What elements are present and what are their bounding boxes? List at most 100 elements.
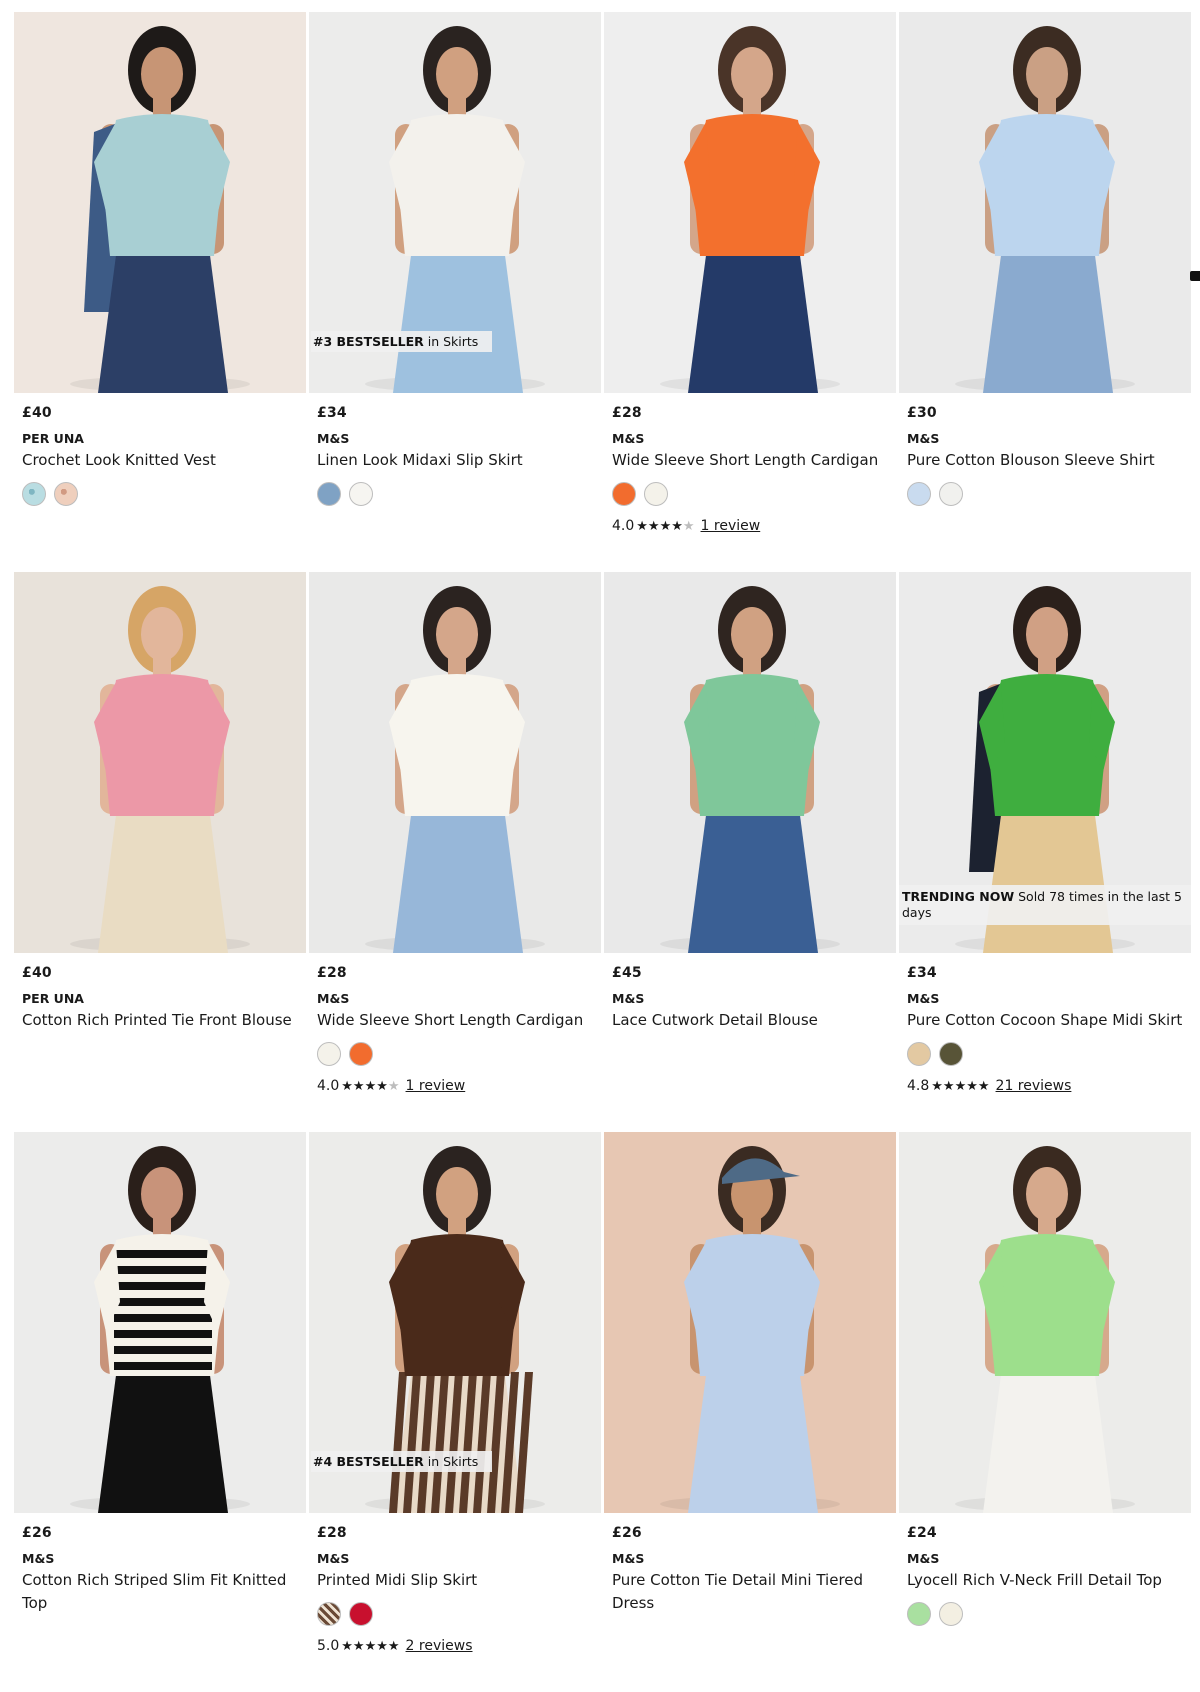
- star-icon: ★: [341, 1638, 353, 1654]
- bottom-garment: [983, 1360, 1113, 1513]
- product-info: £34 M&S Pure Cotton Cocoon Shape Midi Skir…: [899, 953, 1191, 1094]
- product-price[interactable]: £26: [612, 1525, 896, 1543]
- swatch-light-blue[interactable]: [907, 482, 931, 506]
- product-image[interactable]: [899, 1132, 1191, 1513]
- swatch-orange[interactable]: [612, 482, 636, 506]
- colour-swatches: [907, 1042, 1191, 1066]
- bottom-garment: [983, 240, 1113, 393]
- product-image[interactable]: #3 BESTSELLER in Skirts: [309, 12, 601, 393]
- product-price[interactable]: £26: [22, 1525, 306, 1543]
- product-image[interactable]: #4 BESTSELLER in Skirts: [309, 1132, 601, 1513]
- product-price[interactable]: £28: [317, 965, 601, 983]
- product-card[interactable]: £26 M&S Cotton Rich Striped Slim Fit Knitt…: [14, 1132, 306, 1692]
- top-garment: [694, 674, 810, 816]
- product-title-link[interactable]: Cotton Rich Printed Tie Front Blouse: [22, 1009, 302, 1032]
- reviews-link[interactable]: 1 review: [701, 518, 761, 534]
- product-brand: M&S: [612, 991, 645, 1006]
- product-image[interactable]: [604, 572, 896, 953]
- product-photo: [604, 12, 896, 393]
- swatch-cream[interactable]: [644, 482, 668, 506]
- swatch-peach-pattern[interactable]: [54, 482, 78, 506]
- product-price[interactable]: £40: [22, 405, 306, 423]
- star-icon: ★: [966, 1078, 978, 1094]
- product-title-link[interactable]: Crochet Look Knitted Vest: [22, 449, 302, 472]
- product-card[interactable]: £30 M&S Pure Cotton Blouson Sleeve Shirt: [899, 12, 1191, 572]
- reviews-link[interactable]: 21 reviews: [996, 1078, 1072, 1094]
- top-garment: [104, 114, 220, 256]
- product-info: £26 M&S Cotton Rich Striped Slim Fit Knitt…: [14, 1513, 306, 1615]
- face: [731, 607, 773, 661]
- product-title-link[interactable]: Cotton Rich Striped Slim Fit Knitted Top: [22, 1569, 302, 1615]
- product-price[interactable]: £30: [907, 405, 1191, 423]
- product-brand: M&S: [22, 1551, 55, 1566]
- star-icon: ★: [364, 1638, 377, 1654]
- product-title-link[interactable]: Wide Sleeve Short Length Cardigan: [317, 1009, 597, 1032]
- swatch-brown-stripe[interactable]: [317, 1602, 341, 1626]
- product-card[interactable]: #4 BESTSELLER in Skirts £28 M&S Printed Mid…: [309, 1132, 601, 1692]
- product-card[interactable]: £26 M&S Pure Cotton Tie Detail Mini Tiered…: [604, 1132, 896, 1692]
- bottom-garment: [688, 240, 818, 393]
- product-title-link[interactable]: Linen Look Midaxi Slip Skirt: [317, 449, 597, 472]
- swatch-cream[interactable]: [317, 1042, 341, 1066]
- product-price[interactable]: £34: [907, 965, 1191, 983]
- swatch-ivory[interactable]: [939, 1602, 963, 1626]
- product-image[interactable]: [14, 572, 306, 953]
- product-price[interactable]: £28: [317, 1525, 601, 1543]
- product-image[interactable]: [604, 12, 896, 393]
- product-photo: [14, 1132, 306, 1513]
- product-title-link[interactable]: Pure Cotton Blouson Sleeve Shirt: [907, 449, 1187, 472]
- product-card[interactable]: £28 M&S Wide Sleeve Short Length Cardigan 4…: [604, 12, 896, 572]
- product-price[interactable]: £24: [907, 1525, 1191, 1543]
- product-title-link[interactable]: Lyocell Rich V-Neck Frill Detail Top: [907, 1569, 1187, 1592]
- swatch-white[interactable]: [939, 482, 963, 506]
- product-image[interactable]: TRENDING NOW Sold 78 times in the last 5…: [899, 572, 1191, 953]
- product-title-link[interactable]: Pure Cotton Cocoon Shape Midi Skirt: [907, 1009, 1187, 1032]
- product-card[interactable]: £28 M&S Wide Sleeve Short Length Cardigan 4…: [309, 572, 601, 1132]
- product-price[interactable]: £34: [317, 405, 601, 423]
- product-card[interactable]: £40 PER UNA Cotton Rich Printed Tie Front …: [14, 572, 306, 1132]
- product-card[interactable]: £24 M&S Lyocell Rich V-Neck Frill Detail T…: [899, 1132, 1191, 1692]
- top-garment: [104, 674, 220, 816]
- reviews-link[interactable]: 2 reviews: [406, 1638, 473, 1654]
- colour-swatches: [907, 482, 1191, 506]
- swatch-khaki[interactable]: [939, 1042, 963, 1066]
- swatch-white[interactable]: [349, 482, 373, 506]
- star-icon: ★: [682, 518, 695, 534]
- star-rating-icon: ★★★★★: [636, 519, 694, 534]
- product-card[interactable]: #3 BESTSELLER in Skirts £34 M&S Linen Look …: [309, 12, 601, 572]
- product-photo: [899, 1132, 1191, 1513]
- bottom-garment: [393, 800, 523, 953]
- product-price[interactable]: £28: [612, 405, 896, 423]
- star-icon: ★: [352, 1078, 365, 1094]
- side-tab-handle[interactable]: [1190, 271, 1200, 281]
- product-card[interactable]: £45 M&S Lace Cutwork Detail Blouse: [604, 572, 896, 1132]
- product-card[interactable]: £40 PER UNA Crochet Look Knitted Vest: [14, 12, 306, 572]
- product-image[interactable]: [604, 1132, 896, 1513]
- product-image[interactable]: [14, 12, 306, 393]
- product-image[interactable]: [14, 1132, 306, 1513]
- swatch-light-green[interactable]: [907, 1602, 931, 1626]
- product-info: £28 M&S Printed Midi Slip Skirt 5.0 ★★★★★ 2 r…: [309, 1513, 601, 1654]
- swatch-red[interactable]: [349, 1602, 373, 1626]
- product-price[interactable]: £45: [612, 965, 896, 983]
- badge-text: in Skirts: [423, 1454, 479, 1469]
- product-image[interactable]: [309, 572, 601, 953]
- product-title-link[interactable]: Wide Sleeve Short Length Cardigan: [612, 449, 892, 472]
- product-price[interactable]: £40: [22, 965, 306, 983]
- product-image[interactable]: [899, 12, 1191, 393]
- product-title-link[interactable]: Pure Cotton Tie Detail Mini Tiered Dress: [612, 1569, 892, 1615]
- swatch-blue-pattern[interactable]: [22, 482, 46, 506]
- product-title-link[interactable]: Printed Midi Slip Skirt: [317, 1569, 597, 1592]
- badge-text: in Skirts: [423, 334, 479, 349]
- rating-row: 4.0 ★★★★★ 1 review: [612, 518, 896, 534]
- product-info: £26 M&S Pure Cotton Tie Detail Mini Tiered…: [604, 1513, 896, 1615]
- swatch-orange[interactable]: [349, 1042, 373, 1066]
- product-title-link[interactable]: Lace Cutwork Detail Blouse: [612, 1009, 892, 1032]
- product-card[interactable]: TRENDING NOW Sold 78 times in the last 5…: [899, 572, 1191, 1132]
- reviews-link[interactable]: 1 review: [406, 1078, 466, 1094]
- product-info: £45 M&S Lace Cutwork Detail Blouse: [604, 953, 896, 1032]
- swatch-blue[interactable]: [317, 482, 341, 506]
- star-icon: ★: [977, 1078, 990, 1094]
- swatch-sand[interactable]: [907, 1042, 931, 1066]
- rating-row: 5.0 ★★★★★ 2 reviews: [317, 1638, 601, 1654]
